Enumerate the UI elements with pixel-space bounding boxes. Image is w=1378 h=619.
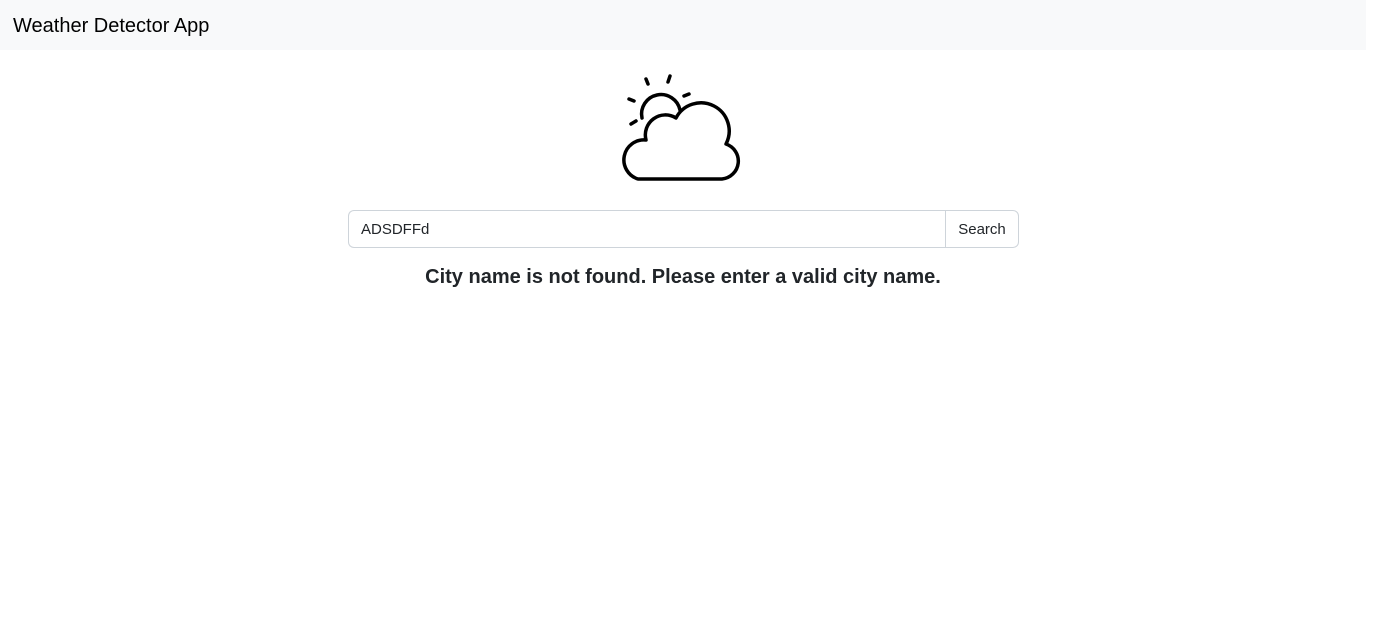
error-message: City name is not found. Please enter a v… [425, 266, 941, 288]
search-group: Search [348, 210, 1019, 248]
navbar: Weather Detector App [0, 0, 1366, 50]
partly-cloudy-icon [622, 74, 741, 181]
city-search-input[interactable] [348, 210, 945, 248]
app-brand[interactable]: Weather Detector App [13, 13, 209, 39]
search-button[interactable]: Search [945, 210, 1019, 248]
